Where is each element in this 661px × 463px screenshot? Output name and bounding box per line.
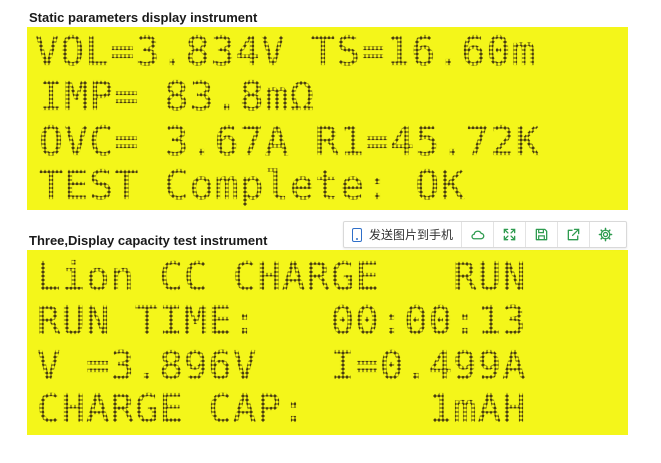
cloud-button[interactable] [462, 222, 495, 247]
image-toolbar: 发送图片到手机 [343, 221, 627, 248]
share-button[interactable] [558, 222, 591, 247]
phone-icon [352, 227, 362, 242]
cloud-icon [471, 230, 485, 240]
lcd-line: OVC= 3.67A R1=45.72K [39, 119, 541, 165]
send-to-phone-label: 发送图片到手机 [369, 228, 454, 242]
lcd-line: V =3.896V I=0.499A [37, 344, 527, 389]
fullscreen-button[interactable] [494, 222, 527, 247]
section-caption-static: Static parameters display instrument [29, 10, 258, 25]
section-caption-capacity: Three,Display capacity test instrument [29, 233, 268, 248]
save-icon [535, 228, 548, 241]
lcd-line: CHARGE CAP: 1mAH [37, 387, 527, 432]
page: Static parameters display instrument VOL… [0, 0, 661, 463]
settings-icon [598, 227, 613, 242]
expand-icon [503, 228, 516, 241]
share-icon [567, 228, 580, 241]
settings-button[interactable] [590, 222, 621, 247]
lcd-line: RUN TIME: 00:00:13 [37, 299, 527, 344]
lcd-image-static-parameters: VOL=3.834V TS=16.60m IMP= 83.8mΩ OVC= 3.… [27, 27, 628, 210]
lcd-line: TEST Complete: OK [39, 163, 466, 209]
lcd-image-capacity-test[interactable]: Lion CC CHARGE RUN RUN TIME: 00:00:13 V … [27, 250, 628, 435]
lcd-line: IMP= 83.8mΩ [39, 74, 315, 120]
send-to-phone-button[interactable]: 发送图片到手机 [344, 222, 463, 247]
save-button[interactable] [526, 222, 559, 247]
lcd-line: VOL=3.834V TS=16.60m [35, 29, 537, 75]
lcd-line: Lion CC CHARGE RUN [37, 255, 527, 300]
